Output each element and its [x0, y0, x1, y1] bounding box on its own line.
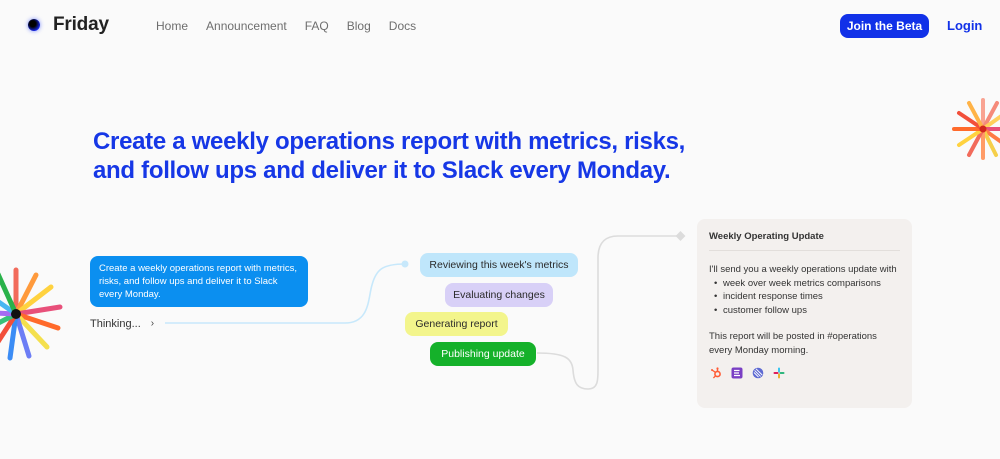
- integration-icons: [709, 366, 900, 380]
- list-item: incident response times: [709, 290, 900, 304]
- card-footer: This report will be posted in #operation…: [709, 331, 877, 356]
- card-title: Weekly Operating Update: [709, 231, 900, 251]
- step-publishing-update: Publishing update: [430, 342, 536, 366]
- hubspot-icon: [709, 366, 723, 380]
- list-item: customer follow ups: [709, 304, 900, 318]
- decorative-burst-left-icon: [0, 267, 63, 361]
- slack-icon: [772, 366, 786, 380]
- connector-node-end: [675, 231, 686, 241]
- step-evaluating-changes: Evaluating changes: [445, 283, 553, 307]
- card-intro: I'll send you a weekly operations update…: [709, 264, 897, 275]
- stripe-icon: [730, 366, 744, 380]
- weekly-update-card: Weekly Operating Update I'll send you a …: [697, 219, 912, 408]
- card-list: week over week metrics comparisons incid…: [709, 277, 900, 318]
- thinking-indicator: Thinking... ›: [90, 318, 154, 330]
- list-item: week over week metrics comparisons: [709, 277, 900, 291]
- step-generating-report: Generating report: [405, 312, 508, 336]
- decorative-burst-right-icon: [952, 98, 1000, 160]
- step-reviewing-metrics: Reviewing this week's metrics: [420, 253, 578, 277]
- thinking-label: Thinking...: [90, 318, 141, 330]
- chevron-right-icon: ›: [150, 318, 155, 329]
- connector-node-start: [401, 260, 409, 268]
- prompt-bubble: Create a weekly operations report with m…: [90, 256, 308, 307]
- linear-icon: [751, 366, 765, 380]
